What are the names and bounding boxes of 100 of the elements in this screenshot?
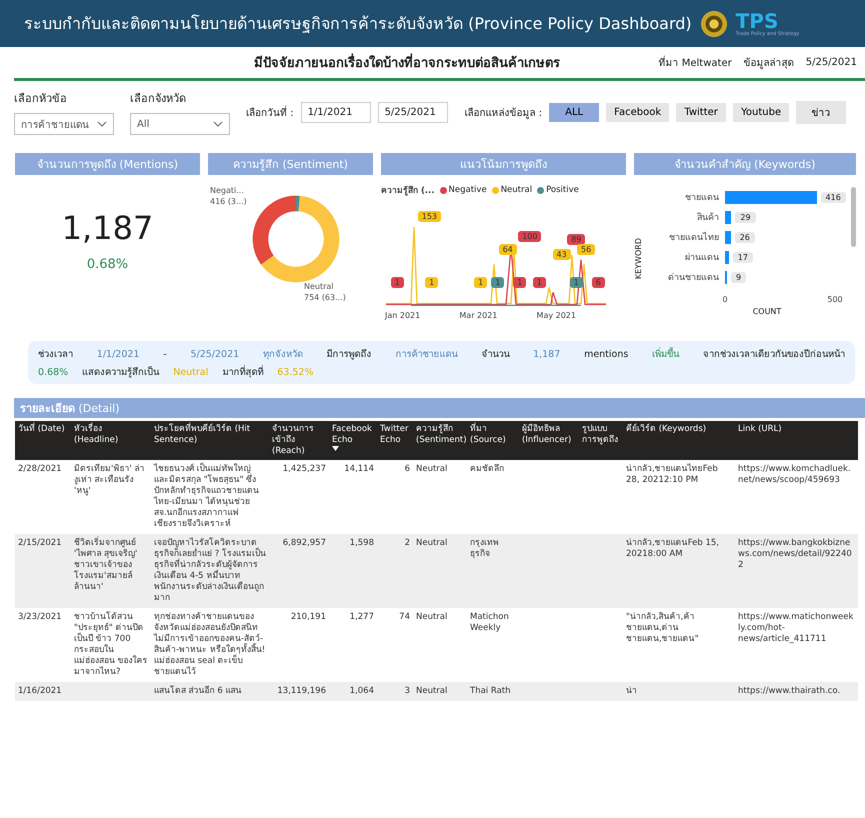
source-toggle[interactable]: ข่าว <box>796 101 846 124</box>
donut-label: Negati... 416 (3...) <box>210 185 247 207</box>
summary-text: 5/25/2021 <box>190 349 240 360</box>
source-note: ที่มา Meltwater <box>658 55 732 70</box>
summary-text: - <box>163 349 167 360</box>
table-cell: คมชัดลึก <box>470 464 504 474</box>
table-cell: Neutral <box>416 612 448 622</box>
source-toggle[interactable]: ALL <box>549 103 600 122</box>
summary-text: เพิ่มขึ้น <box>652 346 680 361</box>
logo-text: TPS <box>736 10 778 30</box>
panel-title: แนวโน้มการพูดถึง <box>381 153 626 175</box>
column-header[interactable]: วันที่ (Date) <box>15 421 71 460</box>
summary-text: ช่วงเวลา <box>38 348 73 361</box>
axis-label: Jan 2021 <box>385 311 420 320</box>
column-header[interactable]: Link (URL) <box>735 421 858 460</box>
data-label: 29 <box>735 212 756 222</box>
filter-label: เลือกจังหวัด <box>130 91 187 107</box>
table-cell: https://www.bangkokbiznews.com/news/detail/922402 <box>738 538 852 570</box>
table-cell: ทุกช่องทางค้าชายแดนของจังหวัดแม่ฮ่องสอนยังปิดสนิท ไม่มีการเข้าออกของคน-สัตว์-สินค้า-พาหนะ หรือใดๆทั้งสิ้น! แม่ฮ่องสอน seal ตะเข็บชายแดนไว้ <box>154 612 266 677</box>
table-cell: 1/16/2021 <box>18 686 62 696</box>
column-header[interactable]: ความรู้สึก (Sentiment) <box>413 421 467 460</box>
mentions-count: 1,187 <box>60 209 154 247</box>
updated-date: 5/25/2021 <box>806 57 857 68</box>
data-label: 9 <box>730 272 746 282</box>
summary-text: 1/1/2021 <box>96 349 140 360</box>
column-header[interactable]: ที่มา (Source) <box>467 421 519 460</box>
source-toggle[interactable]: Facebook <box>606 103 670 122</box>
data-label: 64 <box>498 244 517 255</box>
tick-label: 0 <box>722 295 728 304</box>
summary-text: จากช่วงเวลาเดียวกันของปีก่อนหน้า <box>702 348 845 361</box>
axis-label: ด่านชายแดน <box>667 272 720 284</box>
table-cell: https://www.thairath.co. <box>738 686 840 696</box>
data-label: 1 <box>474 277 488 288</box>
end-date-field[interactable]: 5/25/2021 <box>378 102 448 123</box>
chevron-down-icon <box>213 121 223 127</box>
source-toggle[interactable]: Twitter <box>676 103 726 122</box>
column-header[interactable]: Twitter Echo <box>377 421 413 460</box>
data-label: 6 <box>592 277 605 288</box>
data-label: 43 <box>552 249 571 260</box>
axis-label: Mar 2021 <box>459 311 498 320</box>
legend-title: ความรู้สึก (... <box>381 184 435 197</box>
dashboard-title: ระบบกำกับและติดตามนโยบายด้านเศรษฐกิจการค้าระดับจังหวัด (Province Policy Dashboard) <box>24 13 692 35</box>
source-toggle[interactable]: Youtube <box>733 103 790 122</box>
column-header[interactable]: Facebook Echo <box>329 421 377 460</box>
summary-text: จำนวน <box>481 348 510 361</box>
column-header[interactable]: ประโยคที่พบคีย์เวิร์ด (Hit Sentence) <box>151 421 269 460</box>
chevron-down-icon <box>97 121 107 127</box>
table-cell: 1,425,237 <box>282 464 326 474</box>
column-header[interactable]: รูปแบบการพูดถึง <box>579 421 623 460</box>
axis-title: KEYWORD <box>634 238 643 280</box>
legend-label: Positive <box>546 185 579 195</box>
table-cell: 14,114 <box>344 464 374 474</box>
scrollbar[interactable] <box>851 187 856 247</box>
summary-text: 0.68% <box>38 367 68 378</box>
seal-icon <box>700 10 728 38</box>
data-label: 153 <box>418 211 442 222</box>
legend-label: Neutral <box>500 185 532 195</box>
table-cell: มิตรเทียม'พิธา' ล่างูเห่า สะเทือนรัง 'หนู' <box>74 464 144 496</box>
data-label: 1 <box>491 277 504 288</box>
table-cell: Neutral <box>416 538 448 548</box>
column-header[interactable]: ผู้มีอิทธิพล (Influencer) <box>519 421 579 460</box>
summary-text: 1,187 <box>533 349 560 360</box>
table-cell: 2/28/2021 <box>18 464 62 474</box>
dropdown[interactable]: การค้าชายแดน <box>14 113 114 135</box>
panel-title: จำนวนการพูดถึง (Mentions) <box>15 153 200 175</box>
table-cell: ชีวิตเริ่มจากศูนย์ 'ไพศาล สุขเจริญ' ชาวเขาเจ้าของโรงแรม'สมายล์ ล้านนา' <box>74 538 138 592</box>
table-cell: Neutral <box>416 464 448 474</box>
section-title: รายละเอียด (Detail) <box>14 398 865 418</box>
table-cell: 2 <box>404 538 410 548</box>
bar <box>725 230 731 244</box>
table-cell: 3 <box>404 686 410 696</box>
start-date-field[interactable]: 1/1/2021 <box>300 102 371 123</box>
table-cell: 74 <box>399 612 410 622</box>
column-header[interactable]: หัวเรื่อง (Headline) <box>71 421 151 460</box>
table-cell: 1,064 <box>350 686 374 696</box>
summary-text: มีการพูดถึง <box>326 348 372 361</box>
table-cell: เจอปัญหาไวรัสโควิดระบาด ธุรกิจก็เลยย่ำแย่ ? โรงแรมเป็นธุรกิจที่น่ากลัวระดับผู้จัดการเงินเดือน 4-5 หมื่นบาท พนักงานระดับล่างเงินเดือนถูกมาก <box>154 538 266 603</box>
panel-title: จำนวนคำสำคัญ (Keywords) <box>634 153 856 175</box>
data-label: 1 <box>513 277 526 288</box>
table-cell: 3/23/2021 <box>18 612 62 622</box>
table-cell: https://www.komchadluek.net/news/scoop/459693 <box>738 464 851 485</box>
column-header[interactable]: คีย์เวิร์ด (Keywords) <box>623 421 735 460</box>
data-label: 1 <box>532 277 546 288</box>
data-label: 17 <box>732 252 753 262</box>
mentions-change: 0.68% <box>86 257 130 272</box>
table-cell: ชาวบ้านโต้สวน "ประยุทธ์" ด่านปิดเป็นปี ข้าว 700 กระสอบในแม่ฮ่องสอน ของใครมาจากไหน? <box>74 612 148 677</box>
table-cell: Neutral <box>416 686 448 696</box>
axis-label: ชายแดนไทย <box>668 231 720 244</box>
table-cell: 6 <box>404 464 410 474</box>
bar <box>725 250 729 264</box>
column-header[interactable]: จำนวนการเข้าถึง (Reach) <box>269 421 329 460</box>
axis-label: ชายแดน <box>684 192 720 204</box>
table-cell: 13,119,196 <box>277 686 326 696</box>
data-label: 56 <box>577 244 596 255</box>
table-cell: 1,277 <box>350 612 374 622</box>
data-label: 89 <box>567 234 586 245</box>
summary-text: Neutral <box>173 367 208 378</box>
dropdown[interactable]: All <box>130 113 230 135</box>
data-label: 1 <box>390 277 404 288</box>
data-label: 1 <box>570 277 583 288</box>
